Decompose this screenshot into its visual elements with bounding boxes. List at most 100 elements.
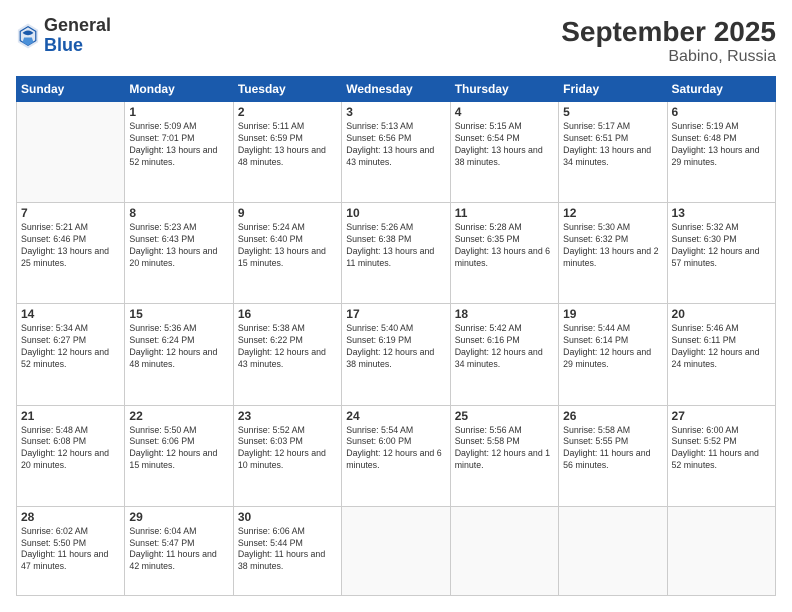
day-number: 28 [21,510,120,524]
day-number: 13 [672,206,771,220]
day-number: 18 [455,307,554,321]
logo-blue: Blue [44,35,83,55]
calendar-cell: 8 Sunrise: 5:23 AMSunset: 6:43 PMDaylight… [125,203,233,304]
cell-info: Sunrise: 5:48 AMSunset: 6:08 PMDaylight:… [21,425,120,473]
day-number: 1 [129,105,228,119]
day-number: 4 [455,105,554,119]
cell-info: Sunrise: 5:36 AMSunset: 6:24 PMDaylight:… [129,323,228,371]
calendar-cell: 26 Sunrise: 5:58 AMSunset: 5:55 PMDayligh… [559,405,667,506]
cell-info: Sunrise: 6:02 AMSunset: 5:50 PMDaylight:… [21,526,120,574]
title-location: Babino, Russia [561,48,776,66]
day-number: 29 [129,510,228,524]
header: General Blue September 2025 Babino, Russ… [16,16,776,66]
calendar-cell: 12 Sunrise: 5:30 AMSunset: 6:32 PMDayligh… [559,203,667,304]
week-row: 21 Sunrise: 5:48 AMSunset: 6:08 PMDayligh… [17,405,776,506]
calendar-cell: 13 Sunrise: 5:32 AMSunset: 6:30 PMDayligh… [667,203,775,304]
week-row: 14 Sunrise: 5:34 AMSunset: 6:27 PMDayligh… [17,304,776,405]
cell-info: Sunrise: 5:52 AMSunset: 6:03 PMDaylight:… [238,425,337,473]
cell-info: Sunrise: 5:11 AMSunset: 6:59 PMDaylight:… [238,121,337,169]
day-number: 2 [238,105,337,119]
calendar-cell: 15 Sunrise: 5:36 AMSunset: 6:24 PMDayligh… [125,304,233,405]
cell-info: Sunrise: 6:06 AMSunset: 5:44 PMDaylight:… [238,526,337,574]
calendar-cell: 16 Sunrise: 5:38 AMSunset: 6:22 PMDayligh… [233,304,341,405]
logo-icon [16,22,40,50]
cell-info: Sunrise: 5:23 AMSunset: 6:43 PMDaylight:… [129,222,228,270]
calendar-cell: 27Sunrise: 6:00 AMSunset: 5:52 PMDayligh… [667,405,775,506]
calendar-cell: 1 Sunrise: 5:09 AMSunset: 7:01 PMDaylight… [125,102,233,203]
calendar-cell [17,102,125,203]
day-number: 17 [346,307,445,321]
calendar-cell: 18 Sunrise: 5:42 AMSunset: 6:16 PMDayligh… [450,304,558,405]
day-number: 24 [346,409,445,423]
cell-info: Sunrise: 5:54 AMSunset: 6:00 PMDaylight:… [346,425,445,473]
calendar-cell: 30 Sunrise: 6:06 AMSunset: 5:44 PMDayligh… [233,506,341,595]
calendar-cell [667,506,775,595]
cell-info: Sunrise: 6:00 AMSunset: 5:52 PMDaylight:… [672,425,771,473]
calendar-cell [342,506,450,595]
cell-info: Sunrise: 5:32 AMSunset: 6:30 PMDaylight:… [672,222,771,270]
cell-info: Sunrise: 5:40 AMSunset: 6:19 PMDaylight:… [346,323,445,371]
logo-general: General [44,15,111,35]
cell-info: Sunrise: 5:13 AMSunset: 6:56 PMDaylight:… [346,121,445,169]
weekday-header: Thursday [450,77,558,102]
day-number: 14 [21,307,120,321]
title-block: September 2025 Babino, Russia [561,16,776,66]
weekday-header: Sunday [17,77,125,102]
day-number: 3 [346,105,445,119]
calendar-cell: 28 Sunrise: 6:02 AMSunset: 5:50 PMDayligh… [17,506,125,595]
cell-info: Sunrise: 5:34 AMSunset: 6:27 PMDaylight:… [21,323,120,371]
calendar-cell: 29 Sunrise: 6:04 AMSunset: 5:47 PMDayligh… [125,506,233,595]
cell-info: Sunrise: 5:21 AMSunset: 6:46 PMDaylight:… [21,222,120,270]
day-number: 9 [238,206,337,220]
day-number: 22 [129,409,228,423]
calendar-cell: 22 Sunrise: 5:50 AMSunset: 6:06 PMDayligh… [125,405,233,506]
day-number: 19 [563,307,662,321]
week-row: 1 Sunrise: 5:09 AMSunset: 7:01 PMDaylight… [17,102,776,203]
calendar-cell: 25Sunrise: 5:56 AMSunset: 5:58 PMDayligh… [450,405,558,506]
day-number: 10 [346,206,445,220]
day-number: 8 [129,206,228,220]
calendar-header-row: SundayMondayTuesdayWednesdayThursdayFrid… [17,77,776,102]
day-number: 12 [563,206,662,220]
weekday-header: Wednesday [342,77,450,102]
calendar-cell: 6Sunrise: 5:19 AMSunset: 6:48 PMDaylight… [667,102,775,203]
cell-info: Sunrise: 5:24 AMSunset: 6:40 PMDaylight:… [238,222,337,270]
logo-text: General Blue [44,16,111,56]
cell-info: Sunrise: 5:56 AMSunset: 5:58 PMDaylight:… [455,425,554,473]
day-number: 20 [672,307,771,321]
calendar-table: SundayMondayTuesdayWednesdayThursdayFrid… [16,76,776,596]
day-number: 30 [238,510,337,524]
day-number: 5 [563,105,662,119]
calendar-cell: 20Sunrise: 5:46 AMSunset: 6:11 PMDayligh… [667,304,775,405]
logo: General Blue [16,16,111,56]
calendar-cell: 14 Sunrise: 5:34 AMSunset: 6:27 PMDayligh… [17,304,125,405]
calendar-cell: 3 Sunrise: 5:13 AMSunset: 6:56 PMDaylight… [342,102,450,203]
cell-info: Sunrise: 5:17 AMSunset: 6:51 PMDaylight:… [563,121,662,169]
calendar-cell: 24 Sunrise: 5:54 AMSunset: 6:00 PMDayligh… [342,405,450,506]
cell-info: Sunrise: 5:30 AMSunset: 6:32 PMDaylight:… [563,222,662,270]
cell-info: Sunrise: 5:58 AMSunset: 5:55 PMDaylight:… [563,425,662,473]
day-number: 26 [563,409,662,423]
calendar-cell: 7 Sunrise: 5:21 AMSunset: 6:46 PMDaylight… [17,203,125,304]
calendar-cell: 4Sunrise: 5:15 AMSunset: 6:54 PMDaylight… [450,102,558,203]
cell-info: Sunrise: 6:04 AMSunset: 5:47 PMDaylight:… [129,526,228,574]
cell-info: Sunrise: 5:38 AMSunset: 6:22 PMDaylight:… [238,323,337,371]
calendar-cell: 11Sunrise: 5:28 AMSunset: 6:35 PMDayligh… [450,203,558,304]
day-number: 16 [238,307,337,321]
weekday-header: Friday [559,77,667,102]
cell-info: Sunrise: 5:28 AMSunset: 6:35 PMDaylight:… [455,222,554,270]
day-number: 15 [129,307,228,321]
cell-info: Sunrise: 5:50 AMSunset: 6:06 PMDaylight:… [129,425,228,473]
cell-info: Sunrise: 5:26 AMSunset: 6:38 PMDaylight:… [346,222,445,270]
calendar-cell: 9 Sunrise: 5:24 AMSunset: 6:40 PMDaylight… [233,203,341,304]
weekday-header: Tuesday [233,77,341,102]
weekday-header: Monday [125,77,233,102]
calendar-cell: 21 Sunrise: 5:48 AMSunset: 6:08 PMDayligh… [17,405,125,506]
cell-info: Sunrise: 5:09 AMSunset: 7:01 PMDaylight:… [129,121,228,169]
cell-info: Sunrise: 5:42 AMSunset: 6:16 PMDaylight:… [455,323,554,371]
calendar-cell: 17 Sunrise: 5:40 AMSunset: 6:19 PMDayligh… [342,304,450,405]
cell-info: Sunrise: 5:19 AMSunset: 6:48 PMDaylight:… [672,121,771,169]
day-number: 7 [21,206,120,220]
day-number: 21 [21,409,120,423]
calendar-cell: 10 Sunrise: 5:26 AMSunset: 6:38 PMDayligh… [342,203,450,304]
